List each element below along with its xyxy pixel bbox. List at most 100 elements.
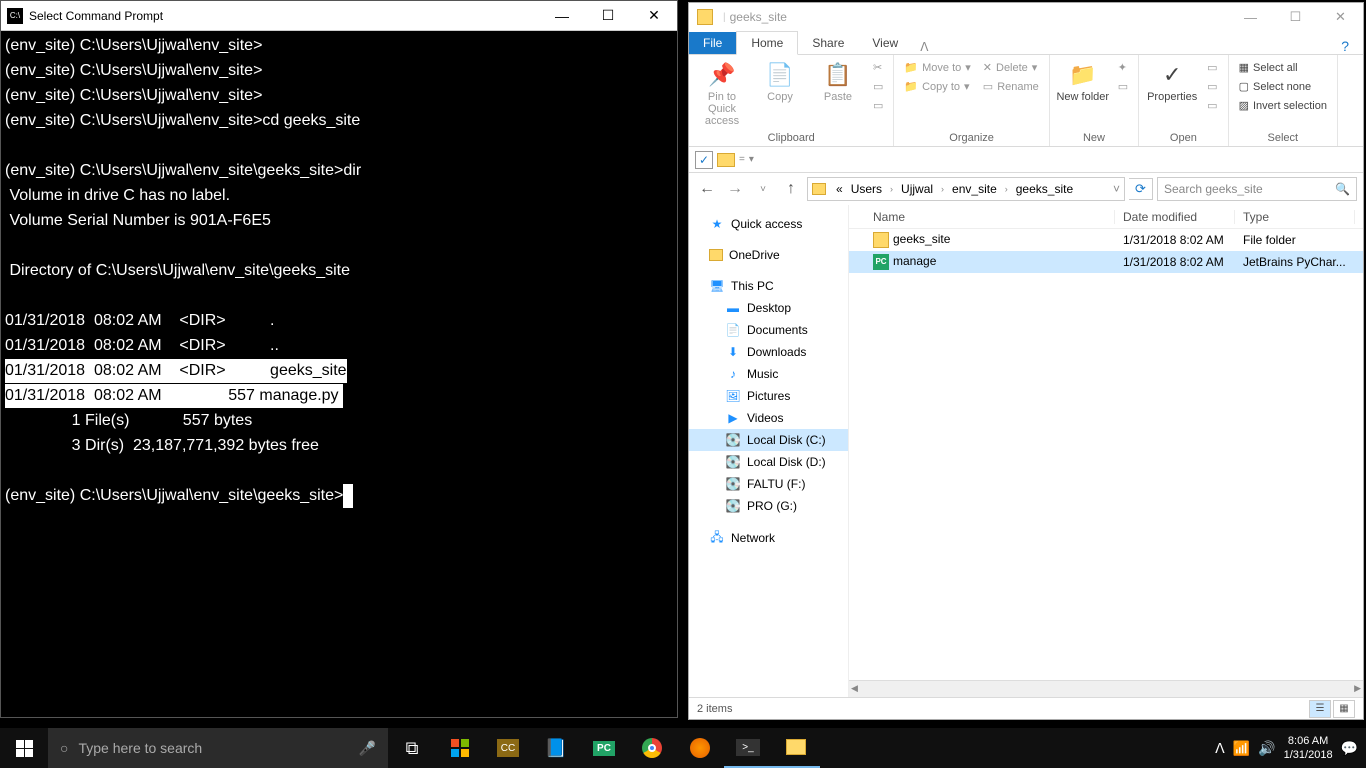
taskbar-chrome[interactable] [628, 728, 676, 768]
edit-button[interactable]: ▭ [1203, 78, 1221, 95]
folder-icon [697, 9, 713, 25]
wifi-icon[interactable]: 📶 [1233, 740, 1250, 757]
view-details-button[interactable]: ☰ [1309, 700, 1331, 718]
up-button[interactable]: ↑ [779, 177, 803, 201]
tab-share[interactable]: Share [798, 32, 858, 54]
view-large-button[interactable]: ▦ [1333, 700, 1355, 718]
nav-quick-access[interactable]: ★Quick access [689, 213, 848, 235]
nav-pro[interactable]: 💽PRO (G:) [689, 495, 848, 517]
close-button[interactable]: ✕ [631, 1, 677, 31]
invert-button[interactable]: ▨Invert selection [1235, 97, 1331, 114]
minimize-button[interactable]: ― [1228, 3, 1273, 31]
notifications-icon[interactable]: 💬 [1341, 740, 1358, 757]
taskbar-search[interactable]: ○ Type here to search 🎤 [48, 728, 388, 768]
group-new: New [1056, 132, 1132, 144]
maximize-button[interactable]: ☐ [585, 1, 631, 31]
nav-faltu[interactable]: 💽FALTU (F:) [689, 473, 848, 495]
nav-local-d[interactable]: 💽Local Disk (D:) [689, 451, 848, 473]
cut-button[interactable]: ✂ [869, 59, 887, 76]
cmd-selected-line[interactable]: 01/31/2018 08:02 AM <DIR> geeks_site [5, 359, 347, 383]
qat-properties-icon[interactable]: ✓ [695, 151, 713, 169]
paste-button[interactable]: 📋Paste [811, 59, 865, 127]
breadcrumb-item[interactable]: env_site [948, 182, 1001, 196]
breadcrumb-item[interactable]: Users [847, 182, 886, 196]
volume-icon[interactable]: 🔊 [1258, 740, 1275, 757]
qat-customize-icon[interactable]: = [739, 154, 745, 165]
selectall-button[interactable]: ▦Select all [1235, 59, 1331, 76]
history-button[interactable]: ▭ [1203, 97, 1221, 114]
moveto-button[interactable]: 📁Move to ▾ [900, 59, 974, 76]
taskbar-cmd[interactable]: >_ [724, 728, 772, 768]
delete-button[interactable]: ✕Delete ▾ [979, 59, 1043, 76]
cmd-output[interactable]: (env_site) C:\Users\Ujjwal\env_site> (en… [1, 31, 677, 717]
horizontal-scrollbar[interactable] [849, 680, 1363, 697]
header-date[interactable]: Date modified [1115, 210, 1235, 224]
nav-onedrive[interactable]: OneDrive [689, 245, 848, 265]
mic-icon[interactable]: 🎤 [359, 740, 376, 757]
newitem-button[interactable]: ✦ [1114, 59, 1132, 76]
tray-clock[interactable]: 8:06 AM 1/31/2018 [1284, 734, 1333, 762]
nav-network[interactable]: 🖧Network [689, 527, 848, 549]
cmd-selected-line[interactable]: 01/31/2018 08:02 AM 557 manage.py [5, 384, 343, 408]
taskbar-cc[interactable]: CC [497, 739, 519, 757]
nav-this-pc[interactable]: 🖥This PC [689, 275, 848, 297]
copy-path-button[interactable]: ▭ [869, 78, 887, 95]
file-row-manage[interactable]: PCmanage 1/31/2018 8:02 AM JetBrains PyC… [849, 251, 1363, 273]
qat-dropdown-icon[interactable]: ▾ [749, 154, 754, 165]
start-button[interactable] [0, 728, 48, 768]
back-button[interactable]: ← [695, 177, 719, 201]
selectnone-button[interactable]: ▢Select none [1235, 78, 1331, 95]
qat-folder-icon[interactable] [717, 153, 735, 167]
maximize-button[interactable]: ☐ [1273, 3, 1318, 31]
nav-downloads[interactable]: ⬇Downloads [689, 341, 848, 363]
tab-file[interactable]: File [689, 32, 736, 54]
taskbar-pycharm[interactable]: PC [580, 728, 628, 768]
nav-pictures[interactable]: 🖼Pictures [689, 385, 848, 407]
breadcrumb-item[interactable]: geeks_site [1012, 182, 1077, 196]
newfolder-button[interactable]: 📁New folder [1056, 59, 1110, 103]
address-bar[interactable]: « Users› Ujjwal› env_site› geeks_site ˅ [807, 177, 1125, 201]
close-button[interactable]: ✕ [1318, 3, 1363, 31]
paste-shortcut-button[interactable]: ▭ [869, 97, 887, 114]
taskbar-app1[interactable]: 📘 [532, 728, 580, 768]
recent-dropdown[interactable]: ˅ [751, 177, 775, 201]
copy-icon: 📄 [764, 59, 796, 91]
tab-home[interactable]: Home [736, 31, 798, 55]
nav-local-c[interactable]: 💽Local Disk (C:) [689, 429, 848, 451]
explorer-titlebar[interactable]: | geeks_site ― ☐ ✕ [689, 3, 1363, 31]
copyto-button[interactable]: 📁Copy to ▾ [900, 78, 974, 95]
file-row-folder[interactable]: geeks_site 1/31/2018 8:02 AM File folder [849, 229, 1363, 251]
tab-view[interactable]: View [858, 32, 912, 54]
copy-button[interactable]: 📄Copy [753, 59, 807, 127]
header-name[interactable]: Name [865, 210, 1115, 224]
breadcrumb-item[interactable]: Ujjwal [897, 182, 937, 196]
help-icon[interactable]: ? [1335, 38, 1355, 54]
taskbar-explorer[interactable] [772, 728, 820, 768]
taskbar-store[interactable] [436, 728, 484, 768]
tray-up-icon[interactable]: ᐱ [1215, 740, 1225, 757]
nav-videos[interactable]: ▶Videos [689, 407, 848, 429]
column-headers[interactable]: Name Date modified Type [849, 205, 1363, 229]
open-button[interactable]: ▭ [1203, 59, 1221, 76]
navigation-pane[interactable]: ★Quick access OneDrive 🖥This PC ▬Desktop… [689, 205, 849, 697]
header-type[interactable]: Type [1235, 210, 1355, 224]
forward-button[interactable]: → [723, 177, 747, 201]
file-list[interactable]: Name Date modified Type geeks_site 1/31/… [849, 205, 1363, 697]
task-view-button[interactable]: ⧉ [388, 728, 436, 768]
cmd-titlebar[interactable]: C:\ Select Command Prompt ― ☐ ✕ [1, 1, 677, 31]
properties-button[interactable]: ✓Properties [1145, 59, 1199, 114]
refresh-button[interactable]: ⟳ [1129, 178, 1153, 200]
nav-documents[interactable]: 📄Documents [689, 319, 848, 341]
search-icon: 🔍 [1335, 182, 1350, 196]
minimize-button[interactable]: ― [539, 1, 585, 31]
addr-dropdown-icon[interactable]: ˅ [1113, 182, 1120, 196]
pin-button[interactable]: 📌Pin to Quick access [695, 59, 749, 127]
ribbon-collapse-icon[interactable]: ᐱ [912, 40, 936, 54]
nav-desktop[interactable]: ▬Desktop [689, 297, 848, 319]
group-clipboard: Clipboard [695, 132, 887, 144]
search-input[interactable]: Search geeks_site 🔍 [1157, 177, 1357, 201]
taskbar-firefox[interactable] [676, 728, 724, 768]
nav-music[interactable]: ♪Music [689, 363, 848, 385]
easyaccess-button[interactable]: ▭ [1114, 78, 1132, 95]
rename-button[interactable]: ▭Rename [979, 78, 1043, 95]
